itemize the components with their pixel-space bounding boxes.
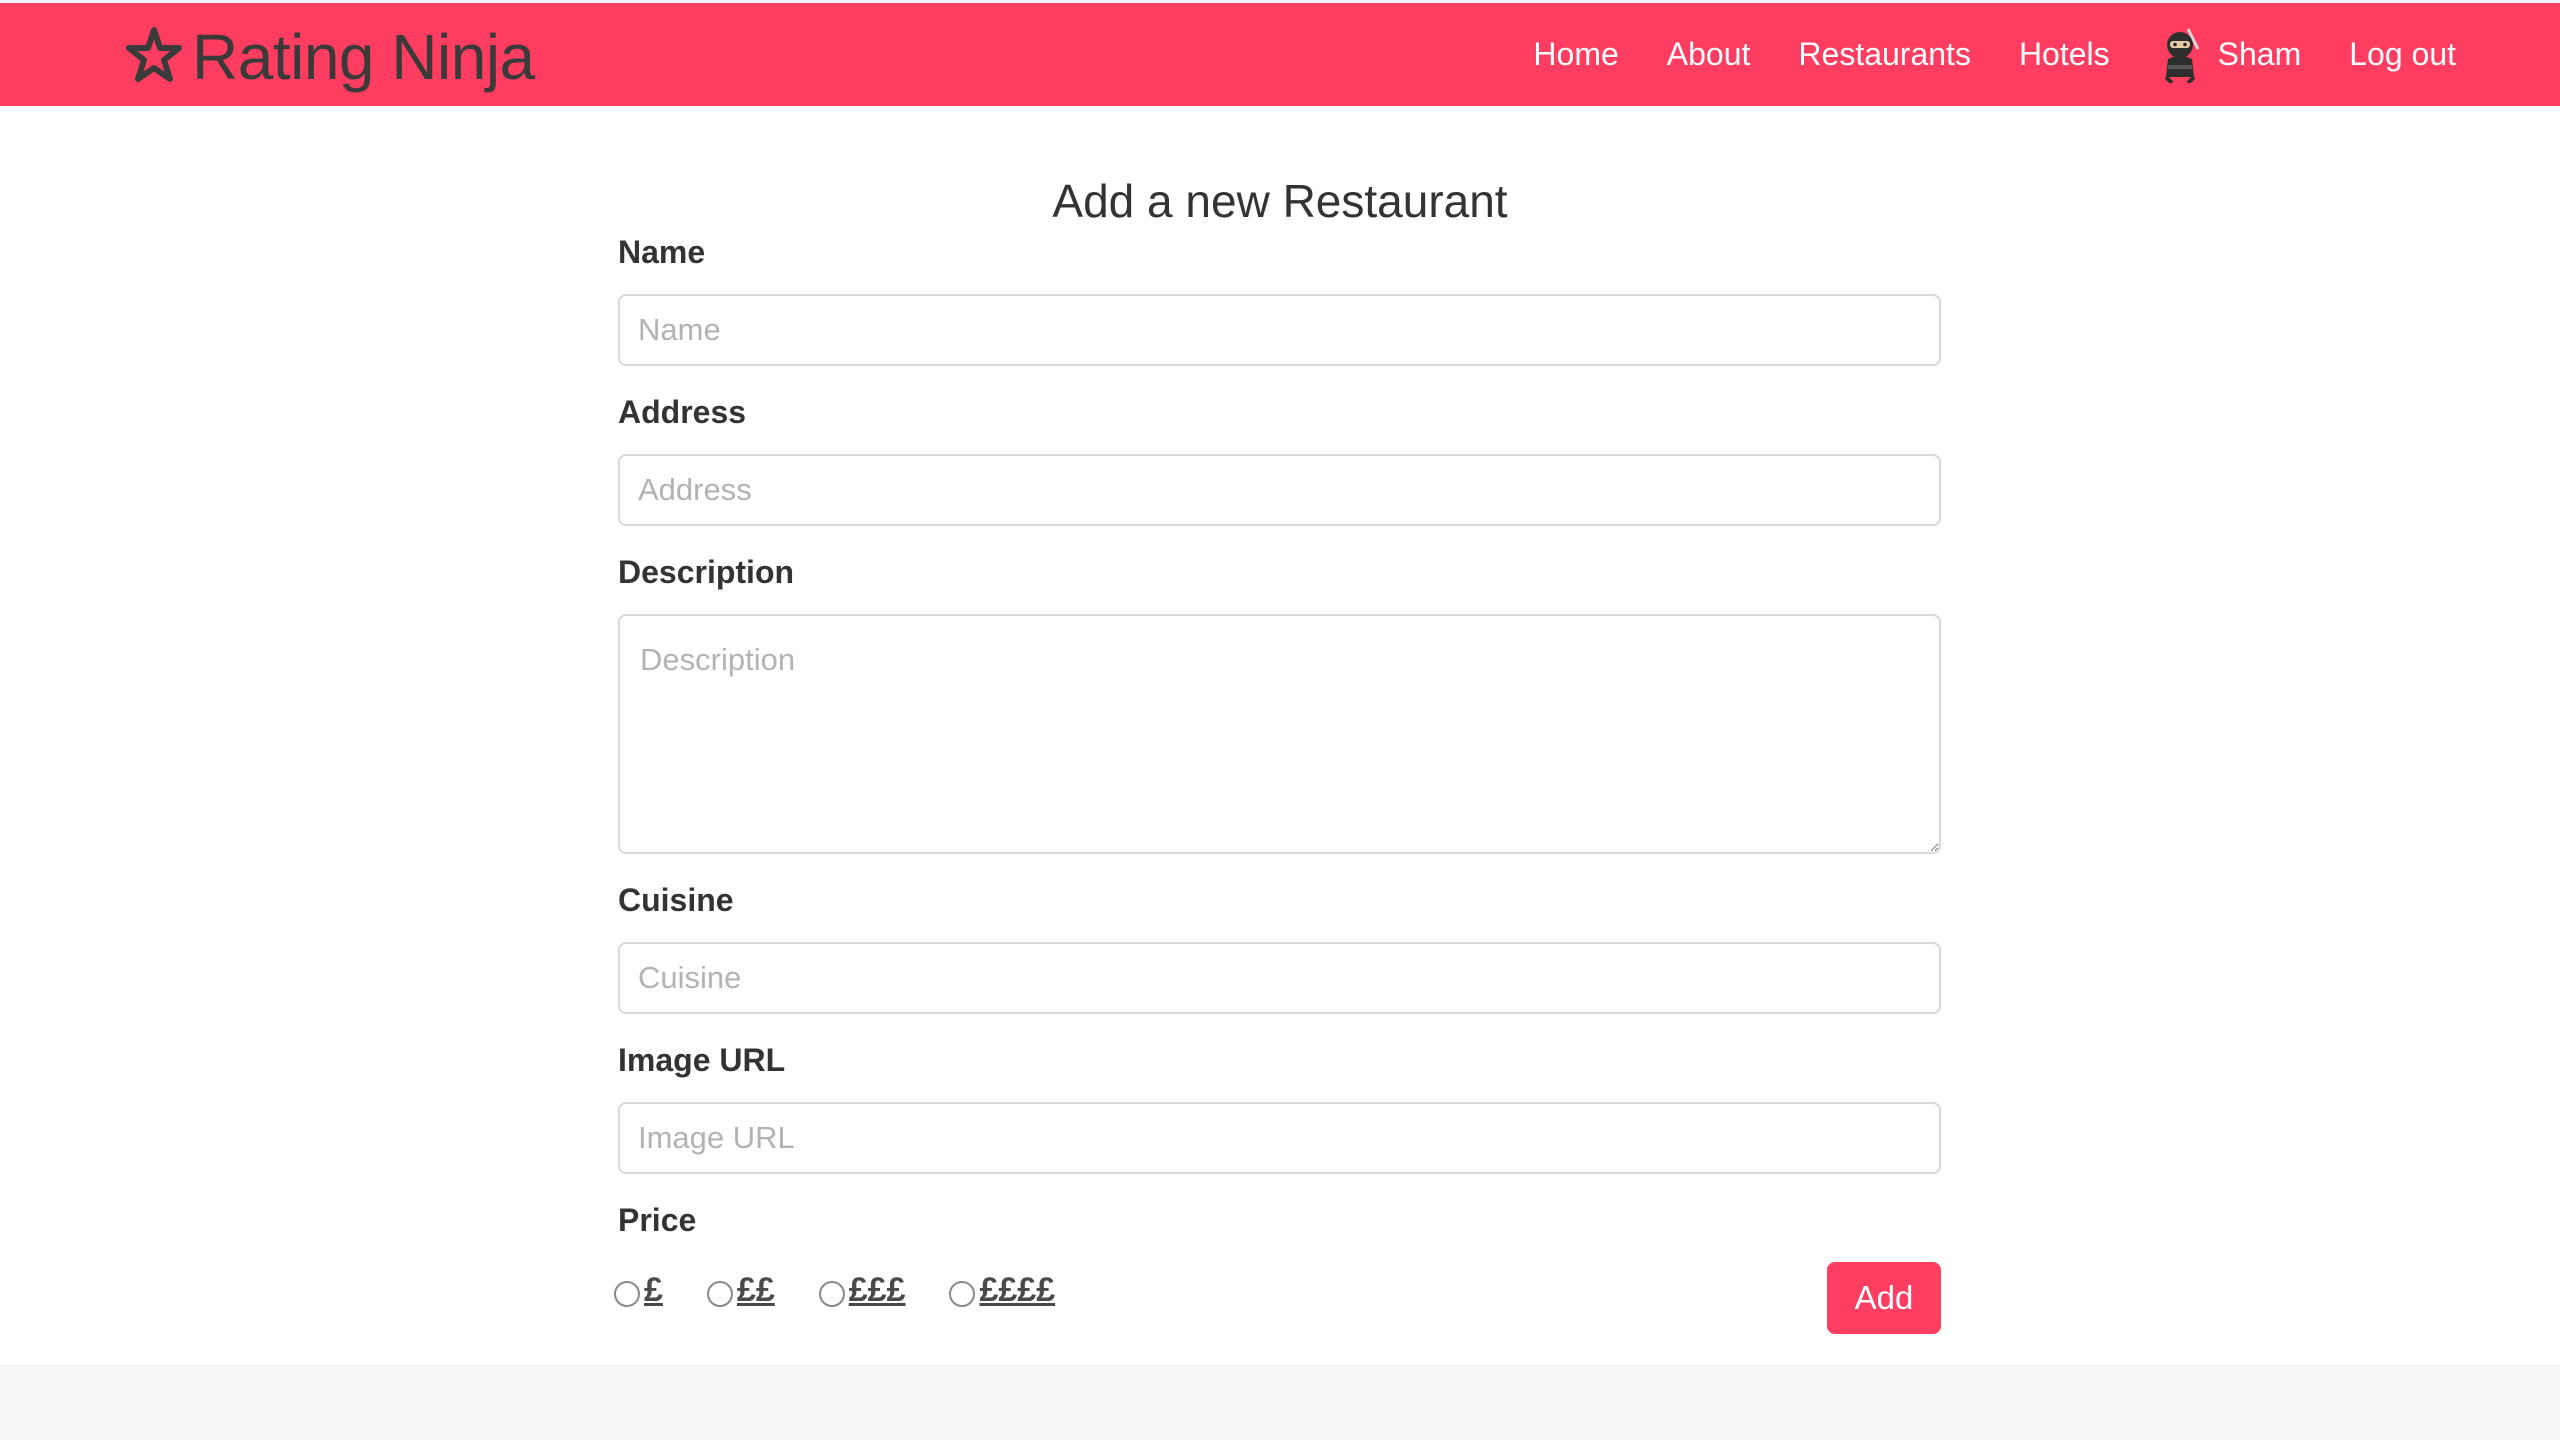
price-option-label: £££	[848, 1270, 906, 1309]
brand-name: Rating Ninja	[192, 21, 535, 93]
price-radio-1[interactable]	[614, 1281, 640, 1307]
page-title: Add a new Restaurant	[1052, 175, 1508, 227]
main-content: Add a new Restaurant Name Address Descri…	[0, 106, 2560, 1364]
price-option-2[interactable]: ££	[706, 1270, 775, 1310]
ninja-avatar-icon	[2158, 27, 2206, 84]
price-option-1[interactable]: £	[614, 1271, 663, 1310]
price-radio-4[interactable]	[949, 1281, 976, 1307]
nav-logout-link[interactable]: Log out	[2349, 36, 2456, 73]
cuisine-input[interactable]	[618, 942, 1941, 1014]
price-option-4[interactable]: ££££	[949, 1271, 1055, 1310]
price-option-label: ££	[736, 1270, 775, 1309]
price-option-label: ££££	[979, 1270, 1056, 1309]
price-radio-3[interactable]	[818, 1281, 845, 1307]
price-radio-2[interactable]	[706, 1281, 733, 1307]
name-label: Name	[618, 234, 706, 270]
nav-about-link[interactable]: About	[1667, 36, 1751, 73]
image-url-input[interactable]	[618, 1102, 1941, 1174]
add-restaurant-button[interactable]: Add	[1827, 1262, 1941, 1334]
cuisine-label: Cuisine	[618, 882, 734, 918]
nav-links: Home About Restaurants Hotels Sham Log o…	[1485, 3, 2456, 106]
name-input[interactable]	[618, 294, 1941, 366]
address-label: Address	[618, 394, 747, 430]
nav-restaurants-link[interactable]: Restaurants	[1798, 36, 1971, 73]
price-options: £ ££ £££ ££££	[614, 1262, 1099, 1318]
top-navbar: Rating Ninja Home About Restaurants Hote…	[0, 0, 2560, 106]
nav-username: Sham	[2217, 36, 2302, 72]
nav-home-link[interactable]: Home	[1533, 36, 1618, 73]
star-icon	[126, 26, 182, 88]
nav-user-profile-link[interactable]: Sham	[2158, 27, 2302, 84]
nav-hotels-link[interactable]: Hotels	[2019, 36, 2110, 73]
price-option-label: £	[644, 1270, 663, 1309]
price-label: Price	[618, 1202, 697, 1238]
price-option-3[interactable]: £££	[818, 1270, 906, 1310]
image-url-label: Image URL	[618, 1042, 786, 1078]
description-label: Description	[618, 554, 795, 590]
address-input[interactable]	[618, 454, 1941, 526]
description-textarea[interactable]	[618, 614, 1941, 854]
brand-link[interactable]: Rating Ninja	[126, 17, 535, 97]
